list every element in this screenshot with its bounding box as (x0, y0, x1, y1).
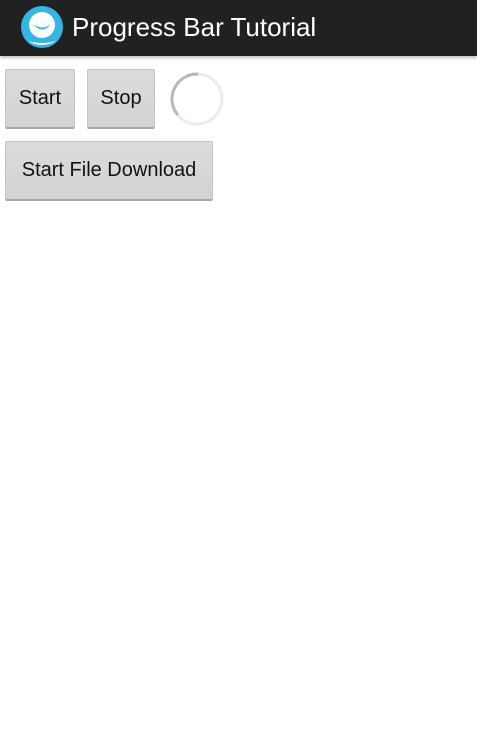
start-button[interactable]: Start (5, 69, 75, 129)
progress-spinner-icon (170, 72, 224, 126)
app-title: Progress Bar Tutorial (72, 12, 317, 42)
action-bar: Progress Bar Tutorial (0, 0, 477, 56)
start-file-download-button[interactable]: Start File Download (5, 141, 213, 201)
app-launcher-icon[interactable] (20, 5, 64, 49)
stop-button[interactable]: Stop (87, 69, 155, 129)
